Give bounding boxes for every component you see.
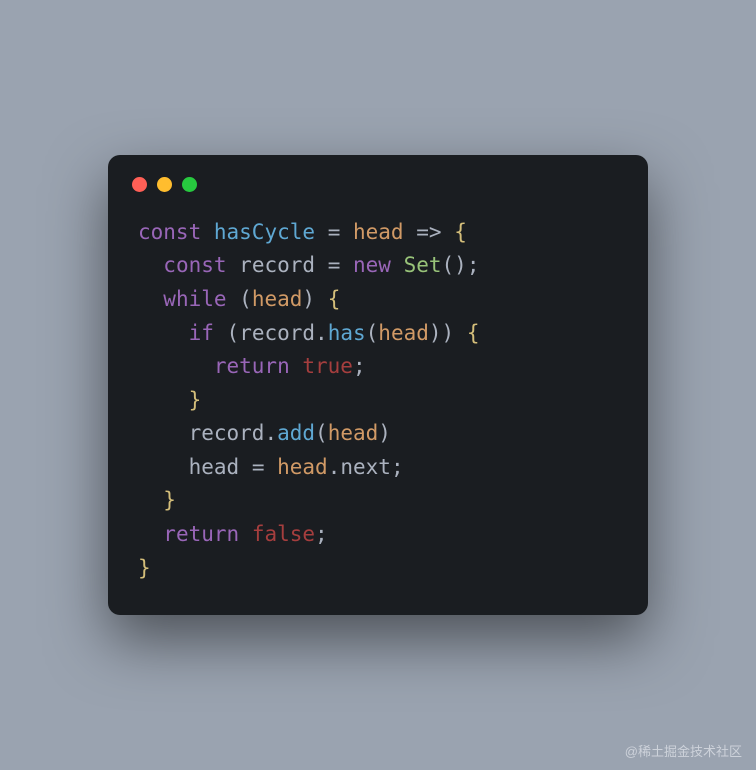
code-token: [138, 488, 163, 512]
code-area: const hasCycle = head => { const record …: [108, 216, 648, 586]
code-token: Set: [404, 253, 442, 277]
code-token: return: [214, 354, 290, 378]
code-token: head: [353, 220, 404, 244]
code-token: while: [163, 287, 226, 311]
code-token: const: [138, 220, 201, 244]
watermark: @稀土掘金技术社区: [625, 741, 742, 760]
code-token: head: [277, 455, 328, 479]
code-token: record: [239, 321, 315, 345]
code-token: [315, 253, 328, 277]
code-token: return: [163, 522, 239, 546]
code-token: .: [315, 321, 328, 345]
code-token: {: [467, 321, 480, 345]
code-token: =: [252, 455, 265, 479]
code-token: record: [189, 421, 265, 445]
code-token: ;: [315, 522, 328, 546]
code-line: const record = new Set();: [138, 249, 618, 283]
code-token: .: [328, 455, 341, 479]
close-icon[interactable]: [132, 177, 147, 192]
code-token: [239, 455, 252, 479]
code-token: (: [366, 321, 379, 345]
code-line: }: [138, 384, 618, 418]
code-token: record: [239, 253, 315, 277]
code-token: =: [328, 220, 341, 244]
code-token: head: [378, 321, 429, 345]
code-token: [138, 321, 189, 345]
code-token: [138, 421, 189, 445]
code-token: ): [378, 421, 391, 445]
code-token: [227, 287, 240, 311]
code-token: [214, 321, 227, 345]
code-token: if: [189, 321, 214, 345]
code-token: ();: [442, 253, 480, 277]
code-token: [201, 220, 214, 244]
code-token: head: [189, 455, 240, 479]
code-line: while (head) {: [138, 283, 618, 317]
code-token: [442, 220, 455, 244]
code-token: [404, 220, 417, 244]
code-token: has: [328, 321, 366, 345]
code-line: const hasCycle = head => {: [138, 216, 618, 250]
code-token: =: [328, 253, 341, 277]
code-token: ): [302, 287, 327, 311]
code-token: {: [328, 287, 341, 311]
code-line: return false;: [138, 518, 618, 552]
code-token: [315, 220, 328, 244]
code-line: }: [138, 484, 618, 518]
code-token: }: [189, 388, 202, 412]
code-line: return true;: [138, 350, 618, 384]
code-token: [138, 287, 163, 311]
code-token: [138, 522, 163, 546]
code-token: ;: [391, 455, 404, 479]
code-token: const: [163, 253, 226, 277]
code-token: false: [252, 522, 315, 546]
code-token: head: [252, 287, 303, 311]
minimize-icon[interactable]: [157, 177, 172, 192]
code-token: [340, 253, 353, 277]
code-token: .: [264, 421, 277, 445]
code-token: true: [302, 354, 353, 378]
code-token: }: [163, 488, 176, 512]
code-token: [138, 253, 163, 277]
code-token: )): [429, 321, 467, 345]
maximize-icon[interactable]: [182, 177, 197, 192]
code-token: }: [138, 556, 151, 580]
code-token: (: [239, 287, 252, 311]
code-token: head: [328, 421, 379, 445]
code-token: [227, 253, 240, 277]
code-line: }: [138, 552, 618, 586]
code-token: [239, 522, 252, 546]
code-token: {: [454, 220, 467, 244]
code-window: const hasCycle = head => { const record …: [108, 155, 648, 616]
code-token: next: [340, 455, 391, 479]
code-token: =>: [416, 220, 441, 244]
code-token: hasCycle: [214, 220, 315, 244]
title-bar: [108, 177, 648, 216]
code-token: (: [315, 421, 328, 445]
code-token: [340, 220, 353, 244]
code-line: if (record.has(head)) {: [138, 317, 618, 351]
code-token: ;: [353, 354, 366, 378]
code-token: [391, 253, 404, 277]
code-token: add: [277, 421, 315, 445]
code-line: head = head.next;: [138, 451, 618, 485]
code-token: new: [353, 253, 391, 277]
code-line: record.add(head): [138, 417, 618, 451]
code-token: (: [227, 321, 240, 345]
code-token: [138, 455, 189, 479]
code-token: [138, 354, 214, 378]
code-token: [264, 455, 277, 479]
code-token: [290, 354, 303, 378]
code-token: [138, 388, 189, 412]
